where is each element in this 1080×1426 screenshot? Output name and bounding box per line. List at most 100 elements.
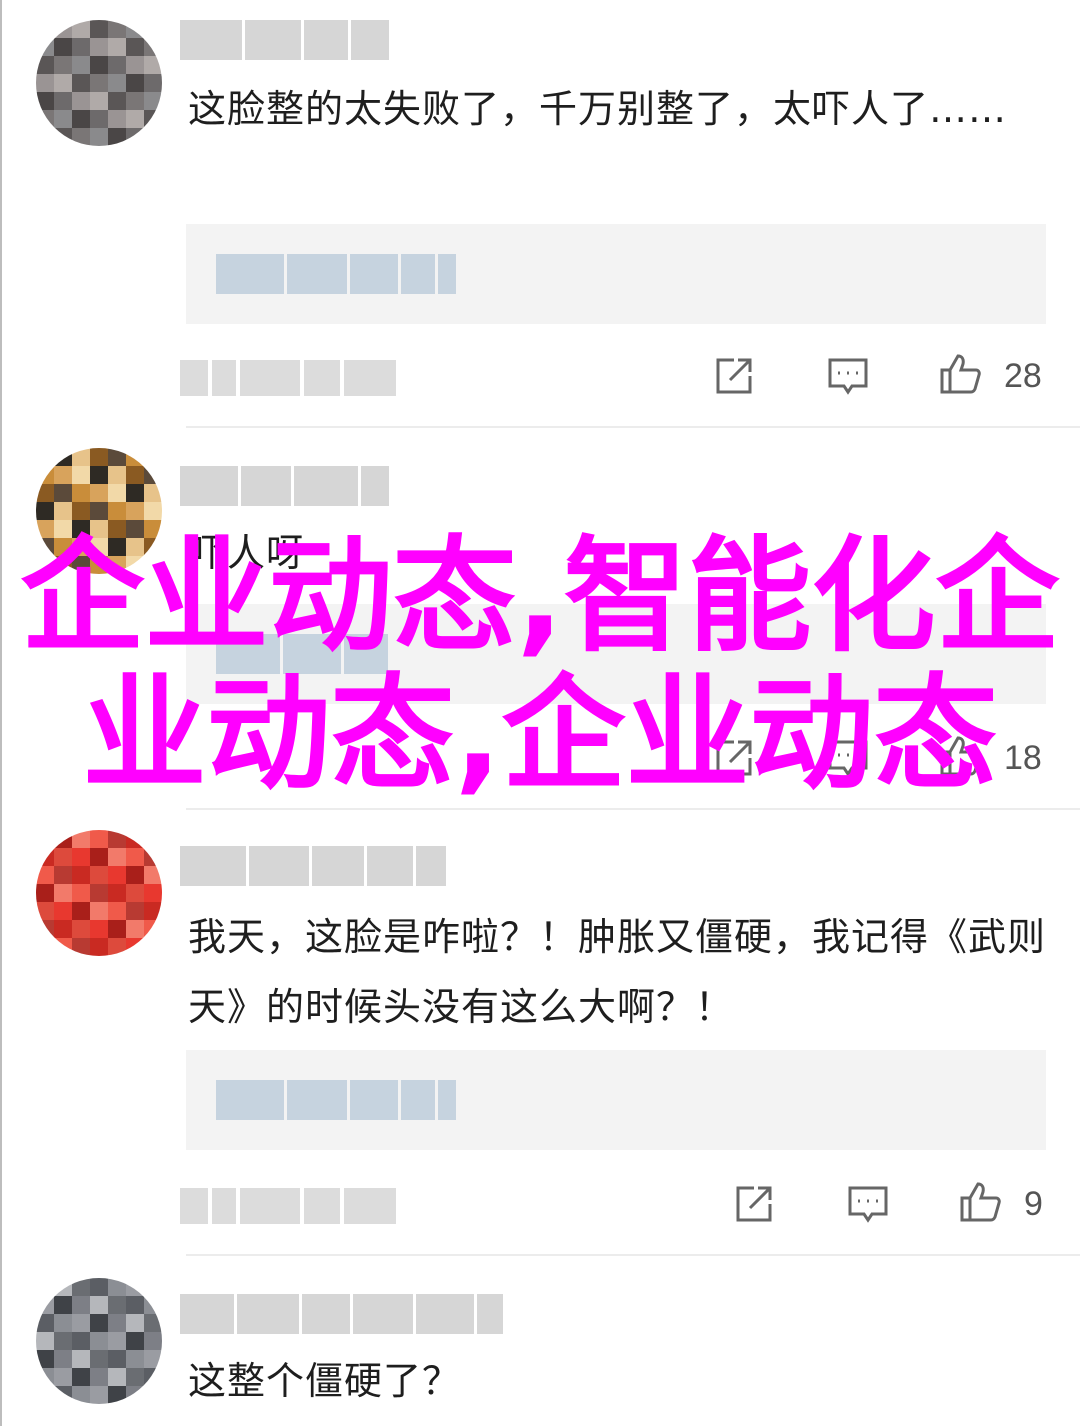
avatar-pixel: [126, 938, 144, 956]
avatar-pixel: [72, 38, 90, 56]
share-button[interactable]: [732, 1182, 776, 1226]
avatar-pixel: [108, 848, 126, 866]
avatar-pixel: [108, 20, 126, 38]
avatar-pixel: [72, 1278, 90, 1296]
like-button[interactable]: [958, 1180, 1002, 1224]
avatar-pixel: [36, 92, 54, 110]
avatar-pixel: [36, 1386, 54, 1404]
avatar-pixel: [144, 538, 162, 556]
reply-preview[interactable]: [186, 604, 1046, 704]
avatar-pixel: [54, 920, 72, 938]
avatar-pixel: [108, 110, 126, 128]
thumbs-up-icon: [960, 1182, 1001, 1222]
avatar-pixel: [72, 466, 90, 484]
avatar-pixel: [90, 1386, 108, 1404]
avatar-pixel: [90, 128, 108, 146]
avatar[interactable]: [36, 20, 162, 146]
avatar-pixel: [144, 520, 162, 538]
avatar-pixel: [72, 110, 90, 128]
avatar-pixel: [108, 1386, 126, 1404]
comment-text: 这整个僵硬了？: [188, 1359, 462, 1403]
avatar-pixel: [126, 1278, 144, 1296]
avatar-pixel: [144, 556, 162, 574]
username[interactable]: [180, 846, 446, 886]
comment-text: 我天，这脸是咋啦？！肿胀又僵硬，我记得《武则天》的时候头没有这么大啊？！: [188, 915, 1047, 1029]
avatar-pixel: [144, 866, 162, 884]
divider: [186, 1254, 1080, 1256]
avatar-pixel: [90, 110, 108, 128]
avatar-pixel: [36, 556, 54, 574]
avatar-image: [36, 448, 162, 574]
avatar-pixel: [54, 556, 72, 574]
avatar-pixel: [90, 1278, 108, 1296]
share-button[interactable]: [712, 354, 756, 398]
avatar-pixel: [144, 1278, 162, 1296]
avatar-pixel: [108, 38, 126, 56]
avatar-pixel: [90, 538, 108, 556]
avatar-pixel: [90, 74, 108, 92]
avatar-pixel: [144, 20, 162, 38]
avatar-pixel: [108, 56, 126, 74]
avatar-pixel: [54, 1350, 72, 1368]
reply-preview[interactable]: [186, 1050, 1046, 1150]
like-button[interactable]: [938, 352, 982, 396]
like-button[interactable]: [938, 734, 982, 778]
avatar-pixel: [126, 110, 144, 128]
thumbs-up-icon: [940, 736, 981, 776]
avatar-image: [36, 830, 162, 956]
avatar-pixel: [108, 1368, 126, 1386]
avatar-pixel: [90, 56, 108, 74]
avatar-pixel: [144, 56, 162, 74]
avatar-pixel: [72, 902, 90, 920]
avatar-pixel: [54, 448, 72, 466]
reply-button[interactable]: [826, 736, 870, 780]
avatar-pixel: [90, 866, 108, 884]
avatar[interactable]: [36, 830, 162, 956]
avatar-pixel: [108, 1314, 126, 1332]
avatar-pixel: [54, 848, 72, 866]
avatar-pixel: [126, 884, 144, 902]
avatar-pixel: [90, 466, 108, 484]
avatar-pixel: [108, 938, 126, 956]
avatar-pixel: [90, 938, 108, 956]
avatar-pixel: [144, 1368, 162, 1386]
username[interactable]: [180, 20, 389, 60]
avatar-pixel: [54, 1314, 72, 1332]
share-icon: [716, 740, 752, 776]
avatar-pixel: [72, 484, 90, 502]
avatar-pixel: [126, 902, 144, 920]
avatar-pixel: [72, 1314, 90, 1332]
avatar[interactable]: [36, 448, 162, 574]
reply-preview[interactable]: [186, 224, 1046, 324]
avatar-pixel: [54, 1386, 72, 1404]
reply-button[interactable]: [846, 1182, 890, 1226]
avatar-pixel: [36, 848, 54, 866]
avatar-pixel: [108, 538, 126, 556]
avatar-pixel: [36, 1278, 54, 1296]
share-icon: [716, 358, 752, 394]
avatar-pixel: [54, 1368, 72, 1386]
avatar-pixel: [108, 1350, 126, 1368]
avatar-pixel: [90, 38, 108, 56]
avatar-pixel: [72, 502, 90, 520]
avatar-pixel: [72, 556, 90, 574]
share-button[interactable]: [712, 736, 756, 780]
username[interactable]: [180, 1294, 503, 1334]
avatar-pixel: [54, 56, 72, 74]
comment-meta: [180, 1188, 396, 1224]
avatar-pixel: [36, 902, 54, 920]
avatar-pixel: [126, 556, 144, 574]
username[interactable]: [180, 466, 389, 506]
avatar[interactable]: [36, 1278, 162, 1404]
avatar-pixel: [54, 502, 72, 520]
avatar-pixel: [36, 1332, 54, 1350]
reply-button[interactable]: [826, 354, 870, 398]
avatar-pixel: [72, 1350, 90, 1368]
avatar-pixel: [126, 502, 144, 520]
avatar-pixel: [72, 92, 90, 110]
avatar-pixel: [90, 1332, 108, 1350]
avatar-pixel: [36, 920, 54, 938]
avatar-pixel: [144, 902, 162, 920]
comment-text: 这脸整的太失败了，千万别整了，太吓人了……: [188, 87, 1008, 131]
avatar-pixel: [144, 484, 162, 502]
